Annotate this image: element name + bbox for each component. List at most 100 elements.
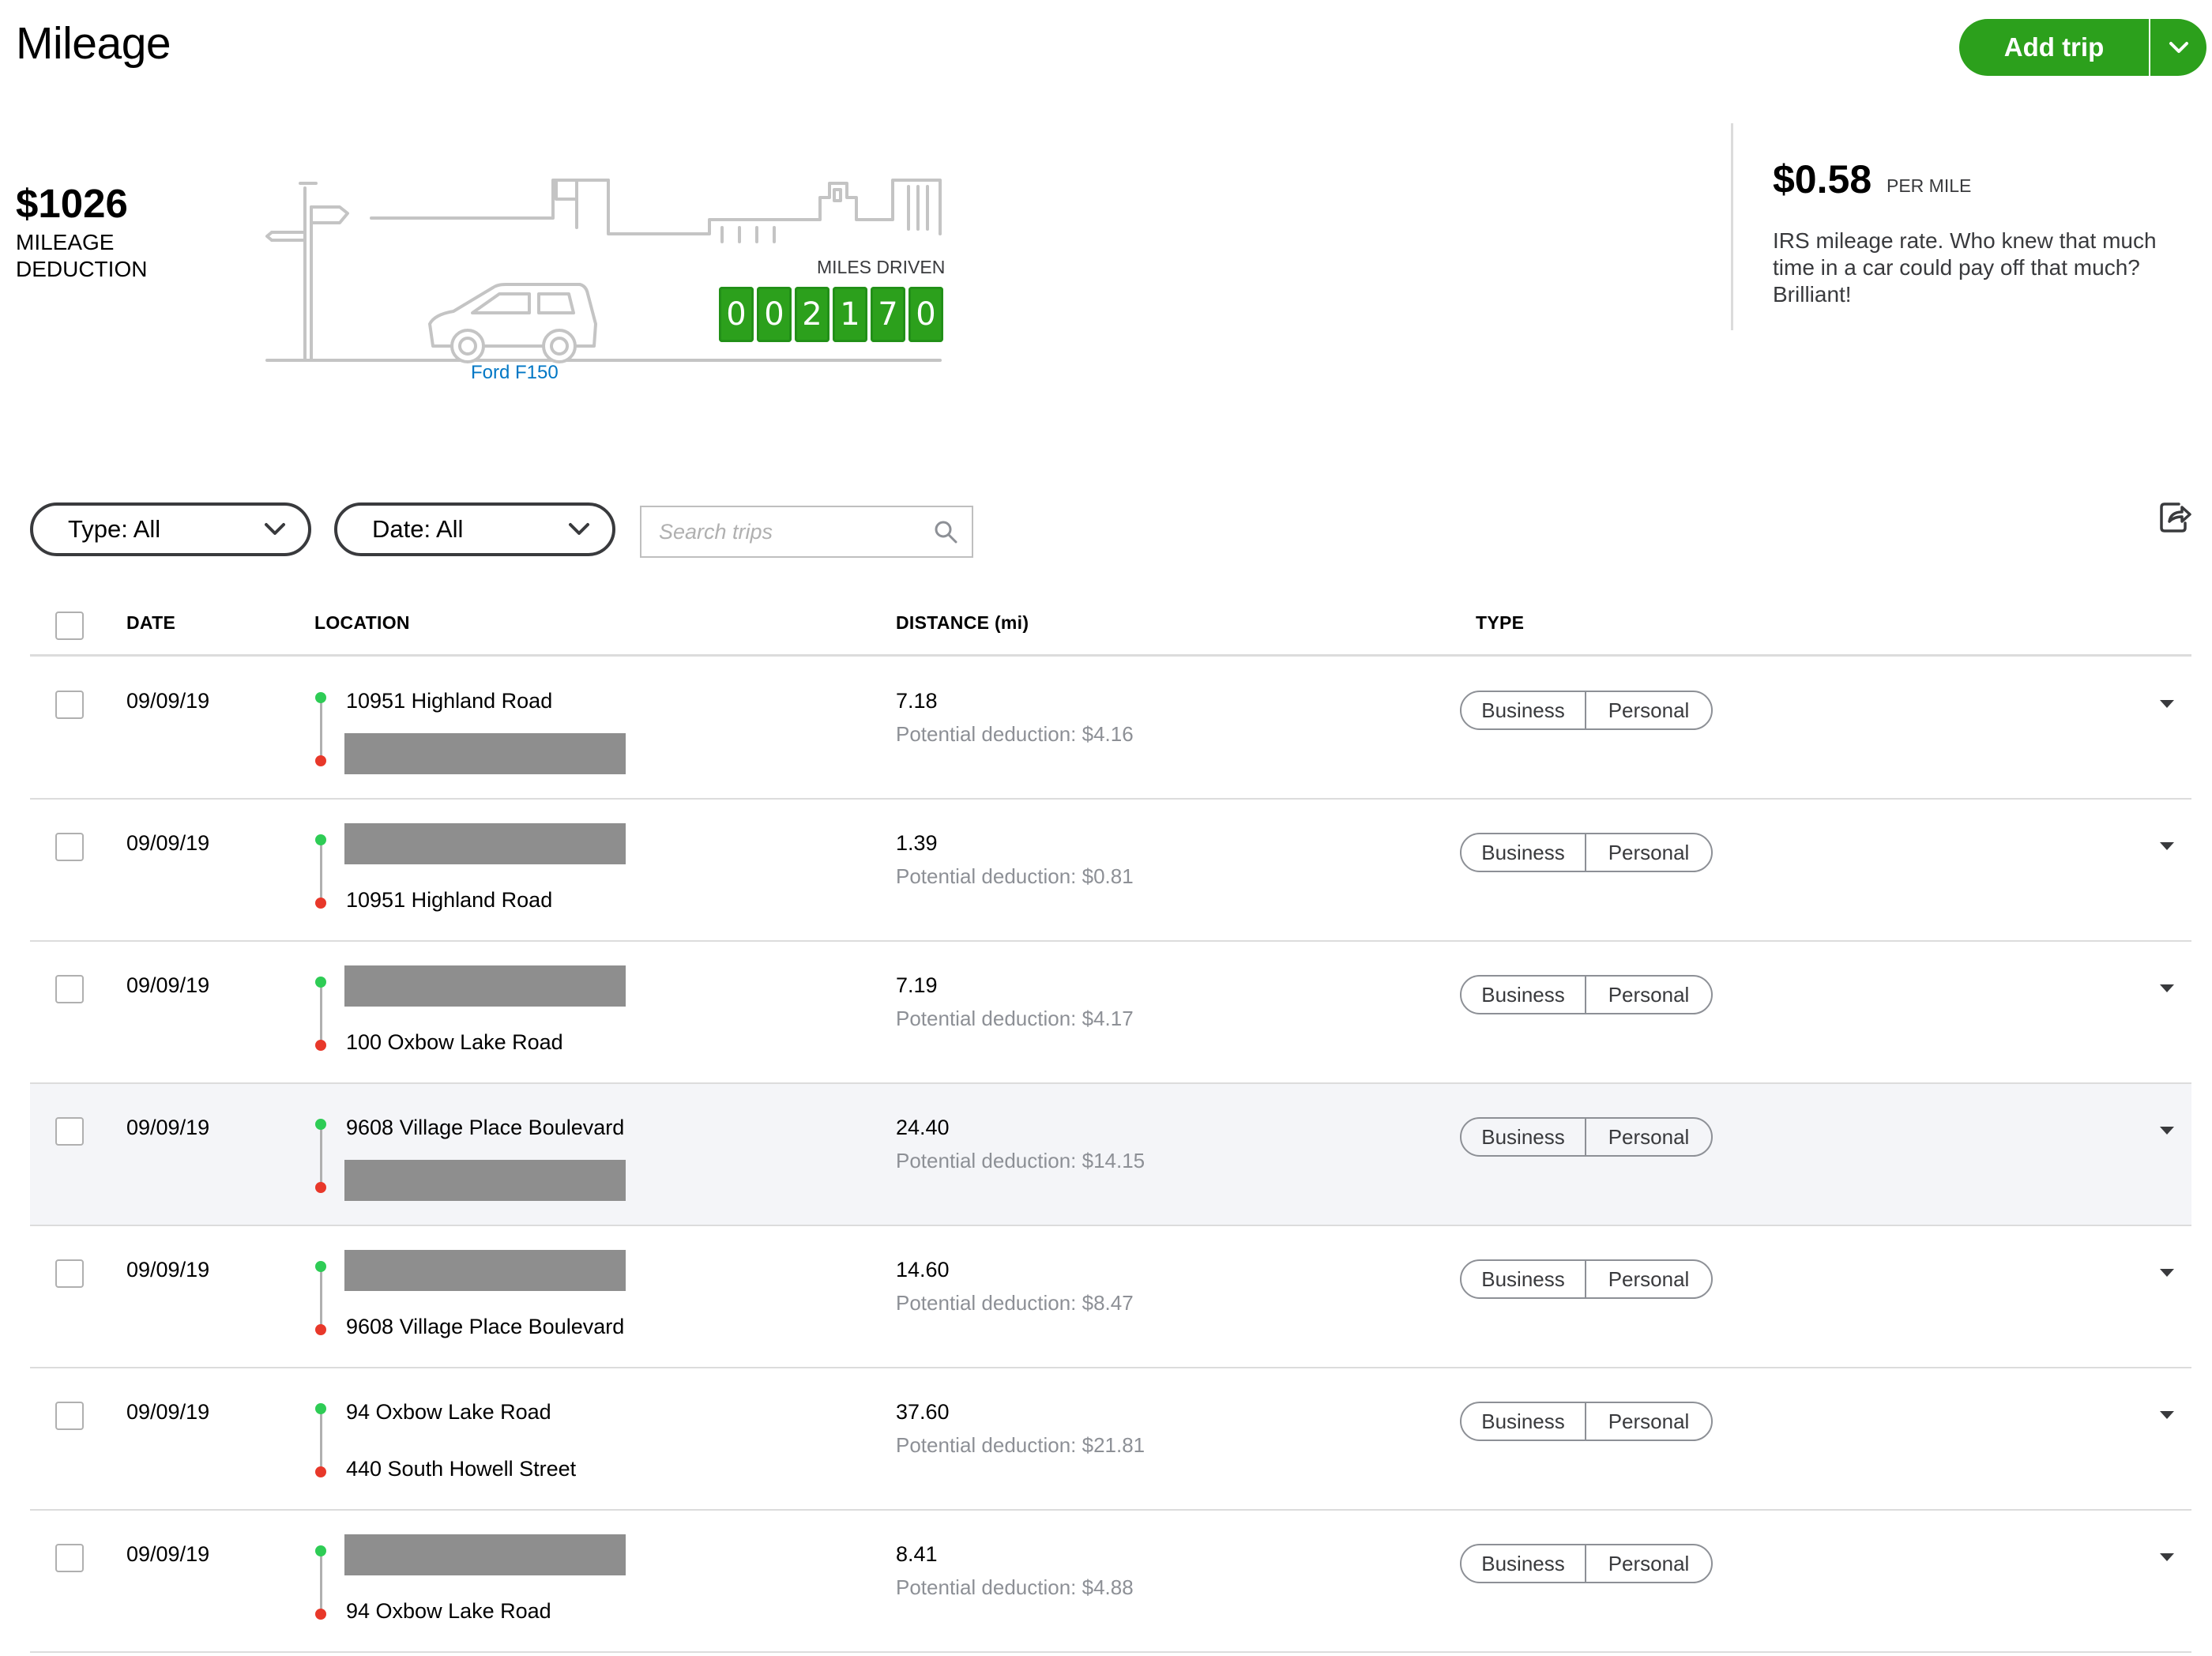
- redacted-start-location: [344, 1250, 626, 1291]
- add-trip-button[interactable]: Add trip: [1959, 19, 2149, 76]
- redacted-start-location: [344, 1534, 626, 1575]
- trip-distance: 7.19: [896, 973, 938, 997]
- route-connector: [320, 1552, 322, 1612]
- date-filter-dropdown[interactable]: Date: All: [334, 502, 615, 556]
- search-trips-input[interactable]: [657, 518, 929, 545]
- odometer-digit: 0: [757, 287, 792, 342]
- trip-type-toggle: Business Personal: [1460, 833, 1713, 872]
- caret-down-icon[interactable]: [2158, 698, 2176, 709]
- trip-date: 09/09/19: [126, 1400, 210, 1424]
- type-personal-button[interactable]: Personal: [1586, 692, 1711, 728]
- search-icon[interactable]: [934, 520, 957, 544]
- route-connector: [320, 698, 322, 758]
- trip-date: 09/09/19: [126, 1258, 210, 1282]
- date-filter-label: Date: All: [372, 515, 464, 543]
- trip-date: 09/09/19: [126, 1542, 210, 1566]
- add-trip-split-button: Add trip: [1959, 19, 2206, 76]
- chevron-down-icon: [569, 523, 589, 535]
- start-location: 10951 Highland Road: [346, 689, 553, 713]
- end-location-dot: [315, 1040, 326, 1051]
- caret-down-icon[interactable]: [2158, 1125, 2176, 1136]
- potential-deduction: Potential deduction: $14.15: [896, 1149, 1146, 1172]
- end-location-dot: [315, 1182, 326, 1193]
- trip-select-checkbox[interactable]: [55, 975, 84, 1003]
- column-header-date: DATE: [126, 612, 176, 633]
- odometer-digit: 7: [871, 287, 905, 342]
- mileage-rate-description: IRS mileage rate. Who knew that much tim…: [1773, 228, 2157, 307]
- start-location-dot: [315, 1403, 326, 1414]
- type-business-button[interactable]: Business: [1462, 1119, 1586, 1155]
- trip-distance: 7.18: [896, 689, 938, 713]
- potential-deduction: Potential deduction: $4.16: [896, 722, 1134, 746]
- trip-select-checkbox[interactable]: [55, 833, 84, 861]
- potential-deduction: Potential deduction: $0.81: [896, 864, 1134, 888]
- start-location-dot: [315, 977, 326, 988]
- trip-row[interactable]: 09/09/19 10951 Highland Road 7.18 Potential…: [30, 657, 2191, 800]
- trip-select-checkbox[interactable]: [55, 1402, 84, 1430]
- add-trip-menu-button[interactable]: [2150, 19, 2206, 76]
- caret-down-icon[interactable]: [2158, 1267, 2176, 1278]
- vehicle-link[interactable]: Ford F150: [471, 362, 559, 384]
- trip-row[interactable]: 09/09/19 100 Oxbow Lake Road 7.19 Potential…: [30, 942, 2191, 1084]
- trip-date: 09/09/19: [126, 689, 210, 713]
- start-location-dot: [315, 1119, 326, 1130]
- end-location-dot: [315, 1609, 326, 1620]
- page-title: Mileage: [16, 18, 171, 69]
- start-location-dot: [315, 692, 326, 703]
- trip-select-checkbox[interactable]: [55, 1259, 84, 1288]
- type-personal-button[interactable]: Personal: [1586, 977, 1711, 1013]
- search-trips-field: [640, 506, 973, 558]
- caret-down-icon[interactable]: [2158, 1552, 2176, 1563]
- type-business-button[interactable]: Business: [1462, 1545, 1586, 1582]
- trip-date: 09/09/19: [126, 973, 210, 997]
- odometer-digit: 2: [795, 287, 830, 342]
- trip-select-checkbox[interactable]: [55, 691, 84, 719]
- end-location: 10951 Highland Road: [346, 888, 553, 912]
- potential-deduction: Potential deduction: $21.81: [896, 1433, 1146, 1457]
- trip-row[interactable]: 09/09/19 94 Oxbow Lake Road 8.41 Potential …: [30, 1511, 2191, 1653]
- odometer-digit: 0: [908, 287, 943, 342]
- trip-distance: 1.39: [896, 831, 938, 855]
- type-business-button[interactable]: Business: [1462, 834, 1586, 871]
- type-personal-button[interactable]: Personal: [1586, 1261, 1711, 1297]
- trip-row[interactable]: 09/09/19 10951 Highland Road 1.39 Potential…: [30, 800, 2191, 942]
- chevron-down-icon: [2169, 42, 2188, 53]
- trip-type-toggle: Business Personal: [1460, 691, 1713, 730]
- select-all-checkbox[interactable]: [55, 612, 84, 640]
- start-location-dot: [315, 1545, 326, 1556]
- redacted-end-location: [344, 733, 626, 774]
- type-business-button[interactable]: Business: [1462, 1261, 1586, 1297]
- trip-row[interactable]: 09/09/19 9608 Village Place Boulevard 24.4…: [30, 1084, 2191, 1226]
- column-header-distance: DISTANCE (mi): [896, 612, 1029, 633]
- end-location: 100 Oxbow Lake Road: [346, 1030, 563, 1054]
- type-filter-dropdown[interactable]: Type: All: [30, 502, 311, 556]
- redacted-start-location: [344, 823, 626, 864]
- type-business-button[interactable]: Business: [1462, 692, 1586, 728]
- type-business-button[interactable]: Business: [1462, 977, 1586, 1013]
- redacted-end-location: [344, 1160, 626, 1201]
- trip-distance: 24.40: [896, 1116, 950, 1139]
- end-location: 94 Oxbow Lake Road: [346, 1599, 551, 1623]
- trip-row[interactable]: 09/09/19 9608 Village Place Boulevard 14.6…: [30, 1226, 2191, 1368]
- export-icon[interactable]: [2158, 499, 2193, 534]
- caret-down-icon[interactable]: [2158, 983, 2176, 994]
- caret-down-icon[interactable]: [2158, 841, 2176, 852]
- column-header-type: TYPE: [1476, 612, 1525, 633]
- type-personal-button[interactable]: Personal: [1586, 1119, 1711, 1155]
- mileage-deduction-amount: $1026: [16, 181, 128, 226]
- mileage-rate-suffix: PER MILE: [1887, 175, 1972, 196]
- route-connector: [320, 1125, 322, 1185]
- trip-type-toggle: Business Personal: [1460, 1117, 1713, 1157]
- miles-driven-label: MILES DRIVEN: [817, 257, 946, 277]
- type-personal-button[interactable]: Personal: [1586, 834, 1711, 871]
- trip-type-toggle: Business Personal: [1460, 975, 1713, 1014]
- end-location-dot: [315, 755, 326, 766]
- type-personal-button[interactable]: Personal: [1586, 1403, 1711, 1440]
- type-personal-button[interactable]: Personal: [1586, 1545, 1711, 1582]
- trip-select-checkbox[interactable]: [55, 1544, 84, 1572]
- type-business-button[interactable]: Business: [1462, 1403, 1586, 1440]
- trip-row[interactable]: 09/09/19 94 Oxbow Lake Road 440 South Howe…: [30, 1368, 2191, 1511]
- trip-select-checkbox[interactable]: [55, 1117, 84, 1146]
- car-icon: [428, 283, 597, 363]
- caret-down-icon[interactable]: [2158, 1409, 2176, 1421]
